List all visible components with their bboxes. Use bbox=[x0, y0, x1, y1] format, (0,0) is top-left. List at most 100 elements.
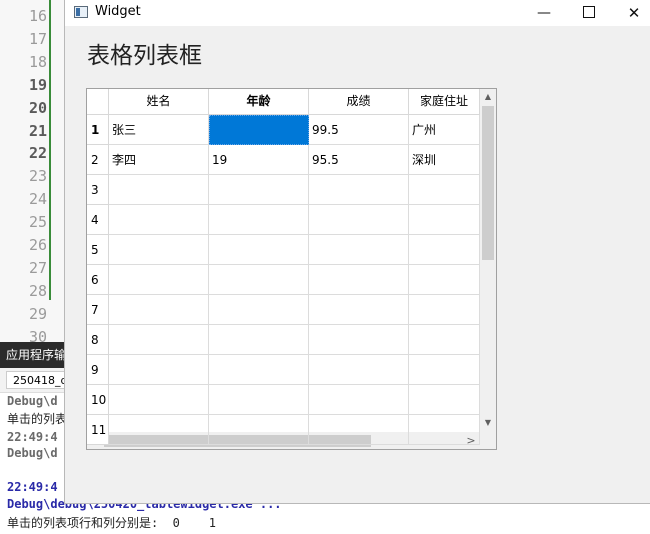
table-cell[interactable]: 19 bbox=[209, 145, 309, 175]
vertical-scrollbar[interactable]: ▲ ▼ bbox=[480, 89, 496, 432]
table-cell[interactable] bbox=[209, 385, 309, 415]
table-cell[interactable] bbox=[209, 205, 309, 235]
table-cell[interactable] bbox=[409, 235, 480, 265]
table-cell[interactable] bbox=[409, 175, 480, 205]
row-header[interactable]: 8 bbox=[87, 325, 109, 355]
table-cell[interactable]: 深圳 bbox=[409, 145, 480, 175]
title-bar[interactable]: Widget — ✕ bbox=[65, 0, 650, 26]
table-cell[interactable] bbox=[109, 415, 209, 445]
close-button[interactable]: ✕ bbox=[611, 0, 650, 26]
table-cell[interactable] bbox=[209, 325, 309, 355]
table-cell[interactable] bbox=[109, 175, 209, 205]
line-number: 20 bbox=[28, 98, 47, 117]
output-line: 22:49:4 bbox=[7, 430, 58, 444]
row-header[interactable]: 4 bbox=[87, 205, 109, 235]
output-tab[interactable]: 250418_d bbox=[6, 371, 66, 389]
table-cell[interactable] bbox=[309, 415, 409, 445]
table-cell[interactable]: 广州 bbox=[409, 115, 480, 145]
scrollbar-corner bbox=[480, 432, 496, 449]
code-editor[interactable]: 16 17 18 19 20 21 22 23 24 25 26 27 28 29 30 bbox=[0, 0, 66, 346]
row-header[interactable]: 2 bbox=[87, 145, 109, 175]
line-number: 25 bbox=[28, 213, 47, 232]
change-marker-bar bbox=[49, 0, 51, 300]
table-cell[interactable] bbox=[209, 355, 309, 385]
table-cell[interactable] bbox=[409, 325, 480, 355]
table-cell[interactable] bbox=[109, 295, 209, 325]
table-cell[interactable] bbox=[109, 355, 209, 385]
line-number: 26 bbox=[28, 236, 47, 254]
line-number: 16 bbox=[28, 7, 47, 25]
output-line: 单击的列表 bbox=[7, 412, 68, 426]
row-header[interactable]: 10 bbox=[87, 385, 109, 415]
table-cell[interactable] bbox=[409, 355, 480, 385]
scroll-down-icon[interactable]: ▼ bbox=[480, 415, 496, 431]
table-cell[interactable] bbox=[209, 415, 309, 445]
row-header[interactable]: 6 bbox=[87, 265, 109, 295]
output-line: 22:49:4 bbox=[7, 480, 58, 494]
row-header[interactable]: 5 bbox=[87, 235, 109, 265]
output-line: Debug\d bbox=[7, 394, 58, 408]
table-cell[interactable] bbox=[209, 265, 309, 295]
line-number: 29 bbox=[28, 304, 47, 323]
row-header[interactable]: 9 bbox=[87, 355, 109, 385]
line-number: 17 bbox=[28, 29, 47, 48]
row-header[interactable]: 1 bbox=[87, 115, 109, 145]
table-cell[interactable] bbox=[209, 235, 309, 265]
maximize-button[interactable] bbox=[566, 0, 612, 26]
line-number: 23 bbox=[28, 167, 47, 186]
line-number: 24 bbox=[28, 190, 47, 209]
row-header[interactable]: 11 bbox=[87, 415, 109, 445]
output-line: 单击的列表项行和列分别是: 0 1 bbox=[7, 516, 217, 530]
table-widget[interactable]: ▲ ▼ < > 姓名年龄成绩家庭住址1张三99.5广州2李四1995.5深圳34… bbox=[86, 88, 497, 450]
app-window-icon bbox=[74, 6, 88, 18]
table-cell[interactable]: 李四 bbox=[109, 145, 209, 175]
table-cell[interactable] bbox=[109, 325, 209, 355]
minimize-button[interactable]: — bbox=[521, 0, 567, 26]
line-number: 19 bbox=[28, 75, 47, 94]
window-title: Widget bbox=[95, 4, 141, 19]
output-tab-bar: 250418_d bbox=[0, 368, 66, 393]
table-cell[interactable] bbox=[109, 235, 209, 265]
line-number: 21 bbox=[28, 121, 47, 140]
table-cell[interactable] bbox=[209, 295, 309, 325]
line-number: 28 bbox=[28, 281, 47, 300]
row-header[interactable]: 7 bbox=[87, 295, 109, 325]
table-cell[interactable] bbox=[309, 265, 409, 295]
output-line: Debug\d bbox=[7, 446, 58, 460]
table-cell[interactable] bbox=[309, 205, 409, 235]
table-corner-button[interactable] bbox=[87, 89, 109, 115]
table-cell[interactable]: 95.5 bbox=[309, 145, 409, 175]
table-cell[interactable] bbox=[109, 385, 209, 415]
maximize-icon bbox=[583, 6, 595, 18]
vertical-scroll-thumb[interactable] bbox=[482, 106, 494, 260]
line-number: 22 bbox=[28, 144, 47, 163]
table-cell[interactable] bbox=[309, 355, 409, 385]
column-header[interactable]: 年龄 bbox=[209, 89, 309, 115]
column-header[interactable]: 家庭住址 bbox=[409, 89, 480, 115]
line-number: 27 bbox=[28, 258, 47, 277]
output-panel-title: 应用程序输出 bbox=[0, 342, 66, 368]
table-cell[interactable] bbox=[109, 205, 209, 235]
table-cell[interactable] bbox=[309, 325, 409, 355]
table-cell[interactable] bbox=[209, 175, 309, 205]
table-cell[interactable] bbox=[309, 175, 409, 205]
table-cell[interactable] bbox=[109, 265, 209, 295]
table-cell[interactable] bbox=[309, 235, 409, 265]
table-cell[interactable] bbox=[409, 265, 480, 295]
line-number: 18 bbox=[28, 52, 47, 71]
widget-window: Widget — ✕ 表格列表框 ▲ ▼ < > 姓名年龄成绩家庭住址1张三99… bbox=[64, 0, 650, 504]
table-cell[interactable] bbox=[309, 295, 409, 325]
table-cell[interactable] bbox=[409, 295, 480, 325]
column-header[interactable]: 姓名 bbox=[109, 89, 209, 115]
column-header[interactable]: 成绩 bbox=[309, 89, 409, 115]
scroll-up-icon[interactable]: ▲ bbox=[480, 89, 496, 105]
row-header[interactable]: 3 bbox=[87, 175, 109, 205]
table-cell[interactable] bbox=[409, 205, 480, 235]
selected-table-cell[interactable] bbox=[209, 115, 309, 145]
table-caption-label: 表格列表框 bbox=[87, 43, 202, 69]
table-cell[interactable]: 张三 bbox=[109, 115, 209, 145]
table-cell[interactable] bbox=[409, 415, 480, 445]
table-cell[interactable]: 99.5 bbox=[309, 115, 409, 145]
table-cell[interactable] bbox=[409, 385, 480, 415]
table-cell[interactable] bbox=[309, 385, 409, 415]
